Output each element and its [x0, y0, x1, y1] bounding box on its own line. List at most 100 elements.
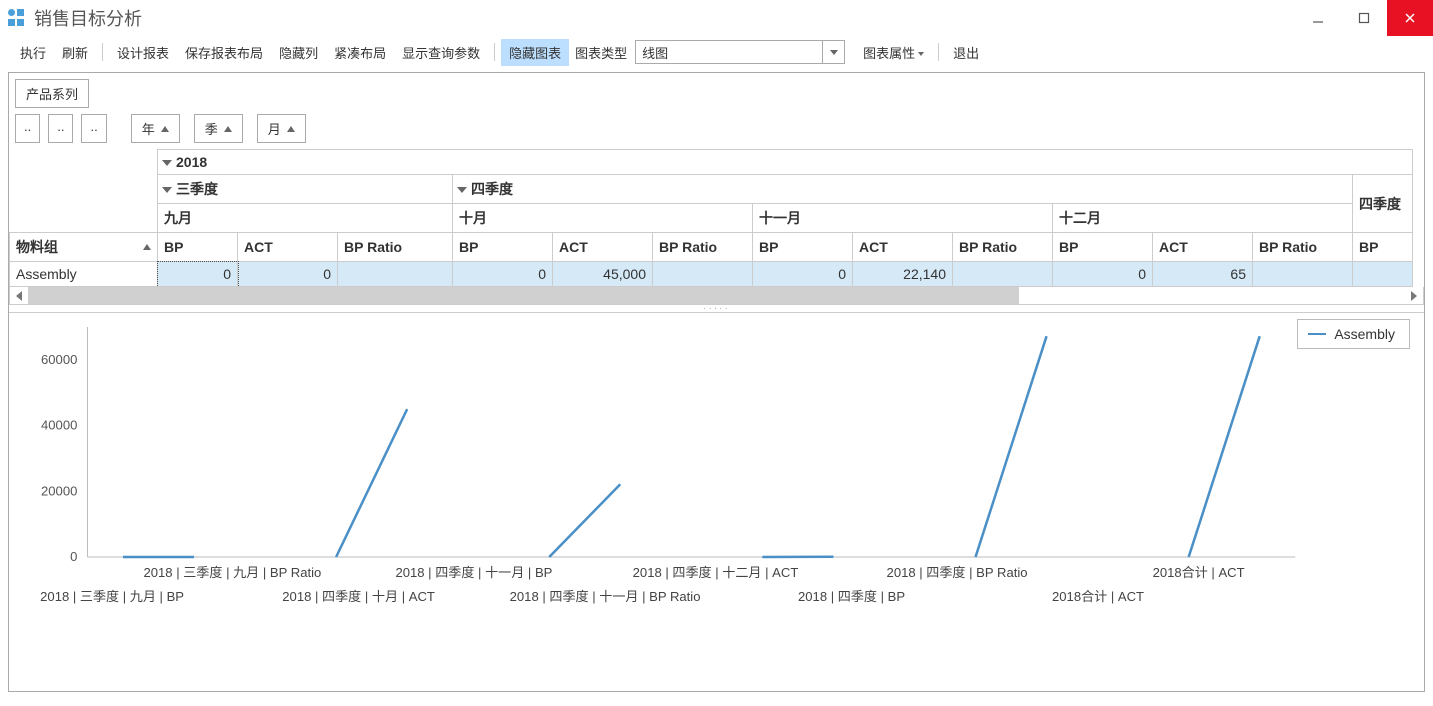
expand-icon	[457, 187, 467, 193]
cell[interactable]: 0	[753, 262, 853, 287]
maximize-button[interactable]	[1341, 0, 1387, 36]
cell[interactable]	[653, 262, 753, 287]
col-bp-ratio[interactable]: BP Ratio	[953, 233, 1053, 262]
cell[interactable]	[1253, 262, 1353, 287]
line-chart: 02000040000600002018 | 三季度 | 九月 | BP Rat…	[17, 317, 1416, 617]
exit-button[interactable]: 退出	[945, 39, 987, 66]
product-series-filter[interactable]: 产品系列	[15, 79, 89, 108]
filter-row: 产品系列	[9, 73, 1424, 108]
chart-type-select[interactable]: 线图	[635, 40, 845, 64]
collapse-chip-3[interactable]: ..	[81, 114, 106, 143]
q3-header[interactable]: 三季度	[158, 175, 453, 204]
cell[interactable]	[338, 262, 453, 287]
separator	[494, 43, 495, 61]
dec-header[interactable]: 十二月	[1053, 204, 1353, 233]
sort-asc-icon	[287, 126, 295, 132]
cell[interactable]: 0	[158, 262, 238, 287]
scroll-left-button[interactable]	[10, 287, 28, 304]
svg-text:2018 | 四季度 | 十二月 | ACT: 2018 | 四季度 | 十二月 | ACT	[633, 565, 799, 580]
main-panel: 产品系列 .. .. .. 年 季 月 2018 三季度 四季度 四季度	[8, 72, 1425, 692]
execute-button[interactable]: 执行	[12, 39, 54, 66]
svg-text:2018 | 四季度 | 十月 | ACT: 2018 | 四季度 | 十月 | ACT	[282, 589, 435, 604]
col-bp[interactable]: BP	[1053, 233, 1153, 262]
col-act[interactable]: ACT	[853, 233, 953, 262]
hide-chart-button[interactable]: 隐藏图表	[501, 39, 569, 66]
dimension-row: .. .. .. 年 季 月	[9, 108, 1424, 149]
material-group-header[interactable]: 物料组	[10, 233, 158, 262]
col-bp[interactable]: BP	[453, 233, 553, 262]
pivot-table: 2018 三季度 四季度 四季度 九月 十月 十一月 十二月 物料组 BP AC…	[9, 149, 1413, 287]
caret-down-icon	[918, 52, 924, 56]
q4-header[interactable]: 四季度	[453, 175, 1353, 204]
sort-asc-icon	[224, 126, 232, 132]
design-report-button[interactable]: 设计报表	[109, 39, 177, 66]
sep-header[interactable]: 九月	[158, 204, 453, 233]
svg-text:2018 | 四季度 | 十一月 | BP Ratio: 2018 | 四季度 | 十一月 | BP Ratio	[510, 589, 701, 604]
dropdown-icon	[822, 41, 844, 63]
cell[interactable]: 22,140	[853, 262, 953, 287]
legend-label: Assembly	[1334, 326, 1395, 342]
table-row[interactable]: Assembly 0 0 0 45,000 0 22,140 0 65	[10, 262, 1413, 287]
month-dimension[interactable]: 月	[257, 114, 306, 143]
row-label: Assembly	[10, 262, 158, 287]
svg-text:2018 | 四季度 | 十一月 | BP: 2018 | 四季度 | 十一月 | BP	[395, 565, 552, 580]
cell[interactable]: 0	[238, 262, 338, 287]
cell[interactable]: 45,000	[553, 262, 653, 287]
app-icon	[8, 9, 26, 27]
sort-asc-icon	[143, 244, 151, 250]
cell[interactable]: 0	[1053, 262, 1153, 287]
splitter[interactable]: ·····	[9, 305, 1424, 313]
col-act[interactable]: ACT	[553, 233, 653, 262]
close-button[interactable]	[1387, 0, 1433, 36]
chart-properties-button[interactable]: 图表属性	[855, 39, 932, 66]
expand-icon	[162, 160, 172, 166]
window-controls	[1295, 0, 1433, 36]
nov-header[interactable]: 十一月	[753, 204, 1053, 233]
cell[interactable]	[953, 262, 1053, 287]
svg-text:0: 0	[70, 549, 77, 564]
svg-text:2018 | 四季度 | BP Ratio: 2018 | 四季度 | BP Ratio	[887, 565, 1028, 580]
expand-icon	[162, 187, 172, 193]
scrollbar-track[interactable]	[28, 287, 1405, 304]
save-layout-button[interactable]: 保存报表布局	[177, 39, 271, 66]
svg-text:2018 | 四季度 | BP: 2018 | 四季度 | BP	[798, 589, 905, 604]
oct-header[interactable]: 十月	[453, 204, 753, 233]
title-bar: 销售目标分析	[0, 0, 1433, 36]
year-dimension[interactable]: 年	[131, 114, 180, 143]
year-header[interactable]: 2018	[158, 150, 1413, 175]
horizontal-scrollbar[interactable]	[9, 287, 1424, 305]
col-bp[interactable]: BP	[1353, 233, 1413, 262]
collapse-chip-2[interactable]: ..	[48, 114, 73, 143]
quarter-dimension[interactable]: 季	[194, 114, 243, 143]
show-query-params-button[interactable]: 显示查询参数	[394, 39, 488, 66]
cell[interactable]: 0	[453, 262, 553, 287]
hide-column-button[interactable]: 隐藏列	[271, 39, 326, 66]
compact-layout-button[interactable]: 紧凑布局	[326, 39, 394, 66]
window-title: 销售目标分析	[34, 5, 142, 31]
col-bp-ratio[interactable]: BP Ratio	[1253, 233, 1353, 262]
refresh-button[interactable]: 刷新	[54, 39, 96, 66]
toolbar: 执行 刷新 设计报表 保存报表布局 隐藏列 紧凑布局 显示查询参数 隐藏图表 图…	[0, 36, 1433, 68]
svg-text:20000: 20000	[41, 483, 77, 498]
separator	[938, 43, 939, 61]
col-bp[interactable]: BP	[753, 233, 853, 262]
separator	[102, 43, 103, 61]
scroll-right-button[interactable]	[1405, 287, 1423, 304]
svg-text:2018合计 | ACT: 2018合计 | ACT	[1153, 565, 1245, 580]
chart-area: Assembly 02000040000600002018 | 三季度 | 九月…	[9, 313, 1424, 621]
legend-swatch	[1308, 333, 1326, 335]
collapse-chip-1[interactable]: ..	[15, 114, 40, 143]
scrollbar-thumb[interactable]	[28, 287, 1019, 304]
svg-text:2018 | 三季度 | 九月 | BP: 2018 | 三季度 | 九月 | BP	[40, 589, 184, 604]
col-act[interactable]: ACT	[238, 233, 338, 262]
q4-total-header[interactable]: 四季度	[1353, 175, 1413, 233]
col-bp-ratio[interactable]: BP Ratio	[338, 233, 453, 262]
col-act[interactable]: ACT	[1153, 233, 1253, 262]
svg-text:2018 | 三季度 | 九月 | BP Ratio: 2018 | 三季度 | 九月 | BP Ratio	[143, 565, 321, 580]
minimize-button[interactable]	[1295, 0, 1341, 36]
col-bp-ratio[interactable]: BP Ratio	[653, 233, 753, 262]
cell[interactable]: 65	[1153, 262, 1253, 287]
col-bp[interactable]: BP	[158, 233, 238, 262]
svg-text:40000: 40000	[41, 418, 77, 433]
cell[interactable]	[1353, 262, 1413, 287]
